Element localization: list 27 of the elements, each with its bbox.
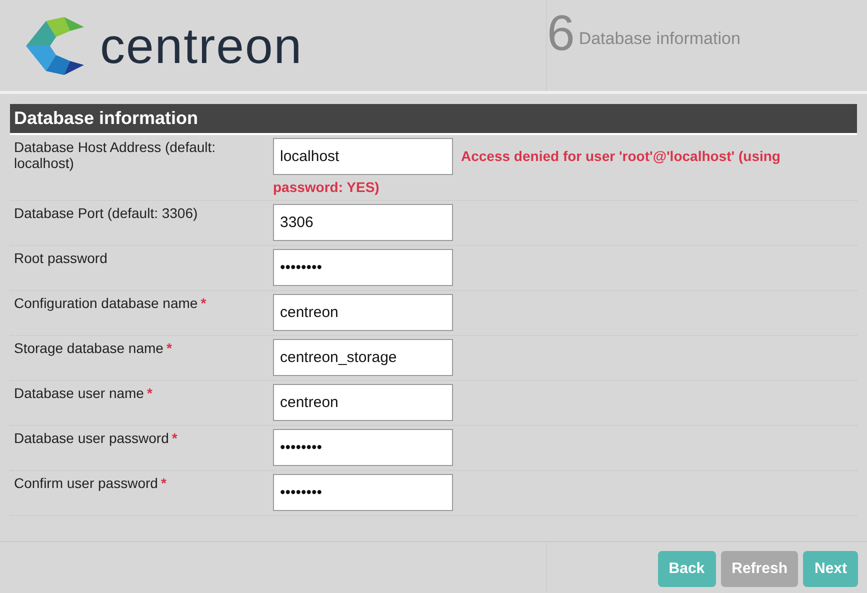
field-label: Database Host Address (default: localhost) (14, 139, 216, 172)
required-marker: * (166, 340, 172, 356)
input-field[interactable]: centreon_storage (273, 339, 453, 376)
section-title: Database information (10, 104, 857, 135)
brand-name: centreon (100, 20, 303, 70)
input-field[interactable]: •••••••• (273, 474, 453, 511)
input-field[interactable]: •••••••• (273, 249, 453, 286)
required-marker: * (160, 475, 166, 491)
field-label: Configuration database name (14, 295, 198, 311)
required-marker: * (172, 430, 178, 446)
step-title: Database information (578, 28, 740, 50)
input-field[interactable]: centreon (273, 294, 453, 331)
error-message: Access denied for user 'root'@'localhost' (using (461, 147, 780, 166)
input-field[interactable]: centreon (273, 384, 453, 421)
field-label: Database user password (14, 430, 169, 446)
input-field[interactable]: 3306 (273, 204, 453, 241)
field-label: Confirm user password (14, 475, 158, 491)
field-label: Database user name (14, 385, 144, 401)
step-number: 6 (547, 8, 575, 58)
input-field[interactable]: •••••••• (273, 429, 453, 466)
field-label: Database Port (default: 3306) (14, 205, 198, 221)
required-marker: * (146, 385, 152, 401)
field-label: Root password (14, 250, 108, 266)
input-field[interactable]: localhost (273, 138, 453, 175)
error-message: password: YES) (273, 178, 380, 196)
field-label: Storage database name (14, 340, 164, 356)
required-marker: * (200, 295, 206, 311)
